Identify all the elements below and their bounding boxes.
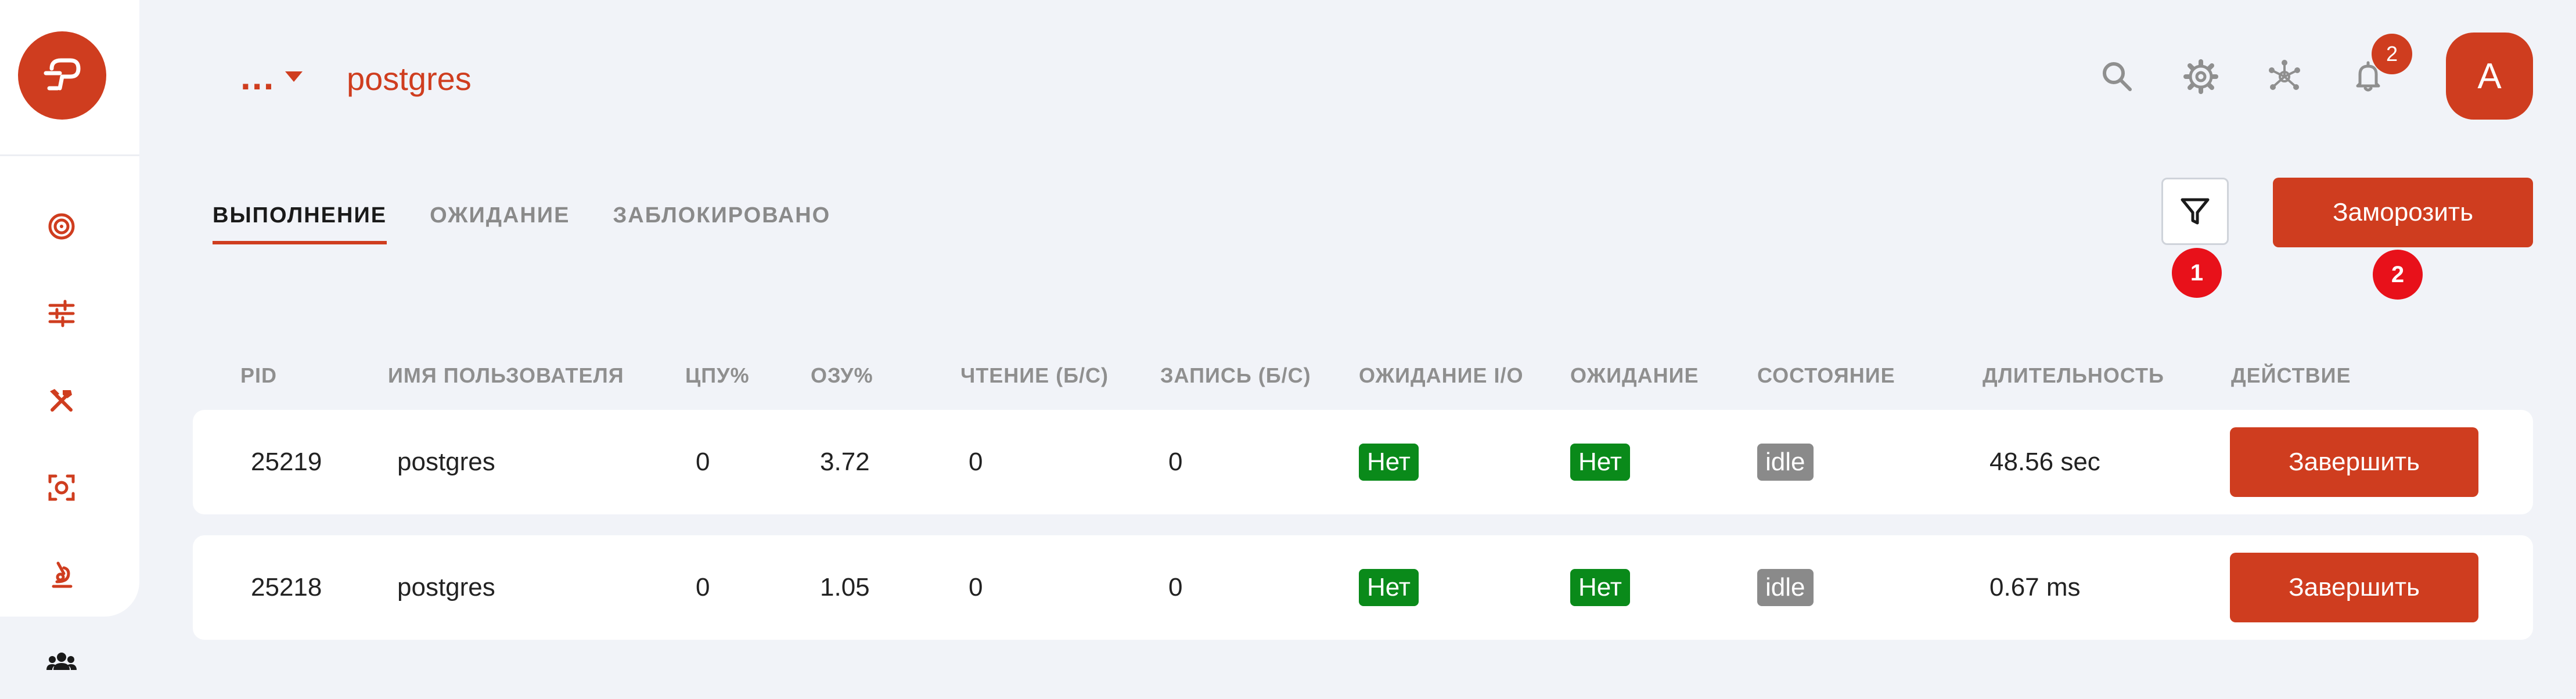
db-name: postgres <box>347 60 472 97</box>
action-cell: Завершить <box>2230 535 2478 640</box>
cpu-cell: 0 <box>696 448 710 476</box>
sidebar <box>0 0 139 699</box>
read-cell: 0 <box>969 573 983 601</box>
sidebar-item-users[interactable] <box>42 642 81 682</box>
state-cell: idle <box>1757 410 1814 514</box>
annotation-marker-1: 1 <box>2172 248 2222 298</box>
column-header-cpu[interactable]: ЦПУ% <box>685 363 750 388</box>
column-header-wait[interactable]: ОЖИДАНИЕ <box>1570 363 1699 388</box>
read-cell: 0 <box>969 448 983 476</box>
gear-icon <box>2183 59 2218 94</box>
annotation-marker-2: 2 <box>2373 250 2423 300</box>
sidebar-item-tools[interactable] <box>42 381 81 420</box>
column-header-state[interactable]: СОСТОЯНИЕ <box>1757 363 1895 388</box>
wait-badge: Нет <box>1570 569 1630 606</box>
io-wait-cell: Нет <box>1359 410 1419 514</box>
io-wait-badge: Нет <box>1359 444 1419 481</box>
cpu-cell: 0 <box>696 573 710 601</box>
duration-cell: 0.67 ms <box>1989 573 2081 601</box>
tab-running[interactable]: ВЫПОЛНЕНИЕ <box>213 203 387 244</box>
state-cell: idle <box>1757 535 1814 640</box>
notification-count-badge: 2 <box>2372 34 2412 74</box>
sidebar-divider <box>0 154 139 156</box>
chevron-down-icon <box>285 71 303 82</box>
sliders-icon <box>48 300 75 327</box>
sidebar-item-scan[interactable] <box>42 468 81 507</box>
ram-cell: 1.05 <box>820 573 870 601</box>
write-cell: 0 <box>1168 573 1183 601</box>
tab-waiting[interactable]: ОЖИДАНИЕ <box>430 203 570 244</box>
sidebar-panel <box>0 0 139 617</box>
column-header-user[interactable]: ИМЯ ПОЛЬЗОВАТЕЛЯ <box>388 363 624 388</box>
write-cell: 0 <box>1168 448 1183 476</box>
state-badge: idle <box>1757 569 1814 606</box>
filter-icon <box>2181 198 2210 225</box>
ram-cell: 3.72 <box>820 448 870 476</box>
column-header-write[interactable]: ЗАПИСЬ (Б/С) <box>1160 363 1311 388</box>
microscope-icon <box>52 561 73 588</box>
column-header-read[interactable]: ЧТЕНИЕ (Б/С) <box>960 363 1109 388</box>
wait-badge: Нет <box>1570 444 1630 481</box>
cluster-button[interactable] <box>2261 53 2308 100</box>
column-header-pid[interactable]: PID <box>240 363 277 388</box>
user-cell: postgres <box>397 573 495 601</box>
terminate-button[interactable]: Завершить <box>2230 553 2478 622</box>
column-header-action: ДЕЙСТВИЕ <box>2231 363 2351 387</box>
pid-cell: 25218 <box>251 573 322 601</box>
search-icon <box>2103 62 2132 91</box>
tools-icon <box>50 389 73 412</box>
search-button[interactable] <box>2094 53 2140 100</box>
user-cell: postgres <box>397 448 495 476</box>
column-header-io-wait[interactable]: ОЖИДАНИЕ I/O <box>1359 363 1523 388</box>
users-icon <box>46 653 77 670</box>
logo-icon <box>44 58 81 91</box>
action-cell: Завершить <box>2230 410 2478 514</box>
table-row: 25218 postgres 0 1.05 0 0 Нет Нет idle 0… <box>193 535 2533 640</box>
app-logo[interactable] <box>18 31 106 120</box>
avatar[interactable]: A <box>2446 33 2533 120</box>
wait-cell: Нет <box>1570 535 1630 640</box>
db-switcher[interactable]: ... <box>240 53 303 100</box>
column-header-duration[interactable]: ДЛИТЕЛЬНОСТЬ <box>1983 363 2164 388</box>
sidebar-item-microscope[interactable] <box>42 555 81 594</box>
state-badge: idle <box>1757 444 1814 481</box>
settings-button[interactable] <box>2178 53 2224 100</box>
freeze-button[interactable]: Заморозить <box>2273 178 2533 247</box>
io-wait-cell: Нет <box>1359 535 1419 640</box>
terminate-button[interactable]: Завершить <box>2230 427 2478 497</box>
io-wait-badge: Нет <box>1359 569 1419 606</box>
wait-cell: Нет <box>1570 410 1630 514</box>
sidebar-item-target[interactable] <box>42 207 81 246</box>
pid-cell: 25219 <box>251 448 322 476</box>
filter-button[interactable] <box>2161 178 2229 245</box>
scan-icon <box>48 474 75 501</box>
tab-blocked[interactable]: ЗАБЛОКИРОВАНО <box>613 203 830 244</box>
table-row: 25219 postgres 0 3.72 0 0 Нет Нет idle 4… <box>193 410 2533 514</box>
column-header-ram[interactable]: ОЗУ% <box>811 363 873 388</box>
db-switcher-label: ... <box>240 56 275 98</box>
network-icon <box>2269 60 2300 90</box>
sidebar-item-settings[interactable] <box>42 294 81 333</box>
target-icon <box>48 213 75 240</box>
process-tabs: ВЫПОЛНЕНИЕ ОЖИДАНИЕ ЗАБЛОКИРОВАНО <box>213 203 830 244</box>
duration-cell: 48.56 sec <box>1989 448 2100 476</box>
